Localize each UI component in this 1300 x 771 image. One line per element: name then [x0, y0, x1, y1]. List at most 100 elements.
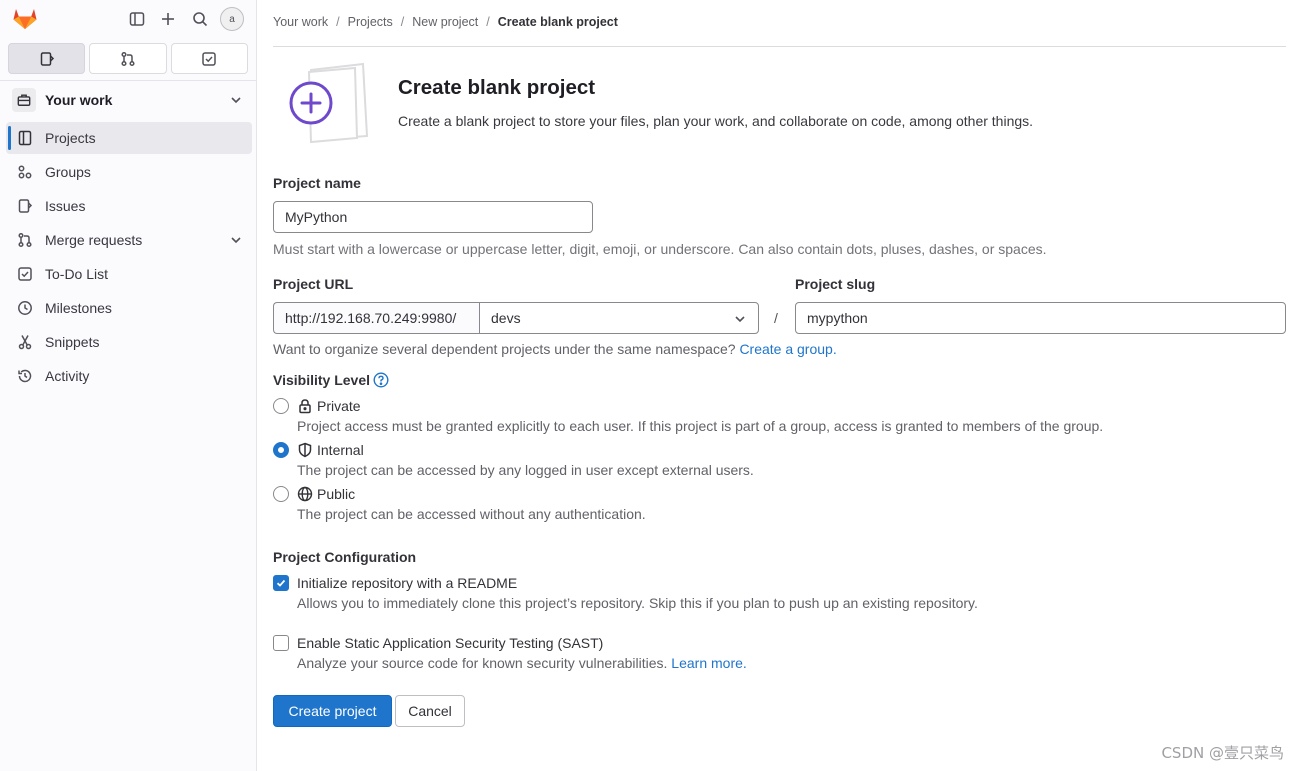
avatar[interactable]: a [220, 7, 244, 31]
project-icon [17, 130, 33, 146]
namespace-select[interactable]: devs [479, 302, 759, 334]
readme-description: Allows you to immediately clone this pro… [297, 595, 978, 611]
project-url-group: http://192.168.70.249:9980/ devs [273, 302, 759, 334]
briefcase-icon [12, 88, 36, 112]
visibility-private-description: Project access must be granted explicitl… [297, 418, 1104, 434]
sidebar-item-merge-requests[interactable]: Merge requests [6, 224, 252, 256]
breadcrumb-current[interactable]: Create blank project [498, 15, 618, 29]
visibility-private-radio[interactable] [273, 398, 289, 414]
namespace-select-value: devs [491, 310, 521, 326]
sidebar-item-label: Merge requests [45, 232, 143, 248]
chevron-down-icon [732, 311, 748, 330]
sast-label[interactable]: Enable Static Application Security Testi… [297, 635, 603, 651]
sidebar-item-projects[interactable]: Projects [6, 122, 252, 154]
create-project-button[interactable]: Create project [273, 695, 392, 727]
context-switcher[interactable]: Your work [6, 84, 252, 116]
breadcrumb-separator: / [486, 15, 490, 29]
sidebar-item-label: Snippets [45, 334, 100, 350]
project-url-label: Project URL [273, 276, 354, 292]
page-title: Create blank project [398, 76, 596, 99]
sast-description-text: Analyze your source code for known secur… [297, 655, 668, 671]
project-slug-input[interactable]: mypython [795, 302, 1286, 334]
watermark: CSDN @壹只菜鸟 [1161, 744, 1284, 762]
merge-request-icon [17, 232, 33, 248]
earth-icon [297, 486, 313, 502]
main-content: Your work / Projects / New project / Cre… [273, 0, 1286, 771]
lock-icon [299, 399, 311, 414]
sidebar: a Your work Projects Groups Issues Merge… [0, 0, 257, 771]
issues-tab-button[interactable] [8, 43, 86, 74]
learn-more-link[interactable]: Learn more. [671, 655, 746, 671]
visibility-private-option: Private [297, 398, 361, 414]
todo-icon [17, 266, 33, 282]
project-name-input[interactable]: MyPython [273, 201, 593, 233]
readme-checkbox[interactable] [273, 575, 289, 591]
history-icon [17, 368, 33, 384]
project-configuration-label: Project Configuration [273, 549, 417, 565]
sast-checkbox[interactable] [273, 635, 289, 651]
sidebar-item-label: Milestones [45, 300, 112, 316]
breadcrumb-projects[interactable]: Projects [348, 15, 393, 29]
sidebar-item-groups[interactable]: Groups [6, 156, 252, 188]
create-group-hint-text: Want to organize several dependent proje… [273, 341, 736, 357]
cancel-button[interactable]: Cancel [395, 695, 465, 727]
shield-icon [298, 442, 312, 458]
visibility-level-text: Visibility Level [273, 372, 371, 388]
project-url-prefix: http://192.168.70.249:9980/ [273, 302, 479, 334]
sidebar-item-activity[interactable]: Activity [6, 360, 252, 392]
sidebar-item-label: Activity [45, 368, 90, 384]
plus-icon[interactable] [157, 8, 179, 30]
sidebar-toggle-icon[interactable] [126, 8, 148, 30]
sidebar-item-label: To-Do List [45, 266, 109, 282]
chevron-down-icon [228, 92, 244, 111]
sidebar-item-label: Issues [45, 198, 86, 214]
visibility-internal-radio[interactable] [273, 442, 289, 458]
sidebar-item-label: Groups [45, 164, 91, 180]
visibility-internal-description: The project can be accessed by any logge… [297, 462, 754, 478]
avatar-alt-text: a [229, 13, 235, 25]
page-description: Create a blank project to store your fil… [398, 113, 1034, 129]
sast-description: Analyze your source code for known secur… [297, 655, 747, 671]
create-group-link[interactable]: Create a group. [739, 341, 836, 357]
readme-label[interactable]: Initialize repository with a README [297, 575, 517, 591]
issues-icon [17, 198, 33, 214]
gitlab-logo-icon[interactable] [12, 6, 40, 32]
sidebar-item-snippets[interactable]: Snippets [6, 326, 252, 358]
snippet-icon [17, 334, 33, 350]
sidebar-topbar: a [8, 6, 252, 32]
context-label: Your work [45, 92, 113, 108]
todos-tab-button[interactable] [170, 43, 248, 74]
visibility-public-radio[interactable] [273, 486, 289, 502]
breadcrumb: Your work / Projects / New project / Cre… [273, 15, 618, 29]
check-icon [276, 579, 286, 587]
breadcrumb-separator: / [336, 15, 340, 29]
merge-requests-tab-button[interactable] [89, 43, 167, 74]
sidebar-item-milestones[interactable]: Milestones [6, 292, 252, 324]
sidebar-item-label: Projects [45, 130, 96, 146]
project-name-label: Project name [273, 175, 361, 191]
sidebar-item-todo-list[interactable]: To-Do List [6, 258, 252, 290]
blank-project-illustration [283, 62, 373, 144]
sidebar-switch-tabs [8, 43, 248, 75]
sidebar-item-issues[interactable]: Issues [6, 190, 252, 222]
breadcrumb-your-work[interactable]: Your work [273, 15, 328, 29]
clock-icon [17, 300, 33, 316]
sidebar-nav: Projects Groups Issues Merge requests To… [6, 122, 252, 394]
search-icon[interactable] [189, 8, 211, 30]
sidebar-divider [0, 80, 257, 81]
visibility-internal-option: Internal [297, 442, 364, 458]
question-circle-icon[interactable] [373, 372, 389, 388]
create-group-hint: Want to organize several dependent proje… [273, 341, 837, 357]
visibility-level-label: Visibility Level [273, 372, 389, 388]
project-slug-label: Project slug [795, 276, 876, 292]
visibility-public-description: The project can be accessed without any … [297, 506, 646, 522]
chevron-down-icon[interactable] [228, 232, 244, 251]
breadcrumb-new-project[interactable]: New project [412, 15, 478, 29]
visibility-public-option: Public [297, 486, 355, 502]
breadcrumb-divider [273, 46, 1286, 47]
visibility-private-label: Private [317, 398, 361, 414]
breadcrumb-separator: / [400, 15, 405, 29]
group-icon [17, 164, 33, 180]
visibility-internal-label: Internal [317, 442, 364, 458]
project-name-help: Must start with a lowercase or uppercase… [273, 241, 1047, 257]
